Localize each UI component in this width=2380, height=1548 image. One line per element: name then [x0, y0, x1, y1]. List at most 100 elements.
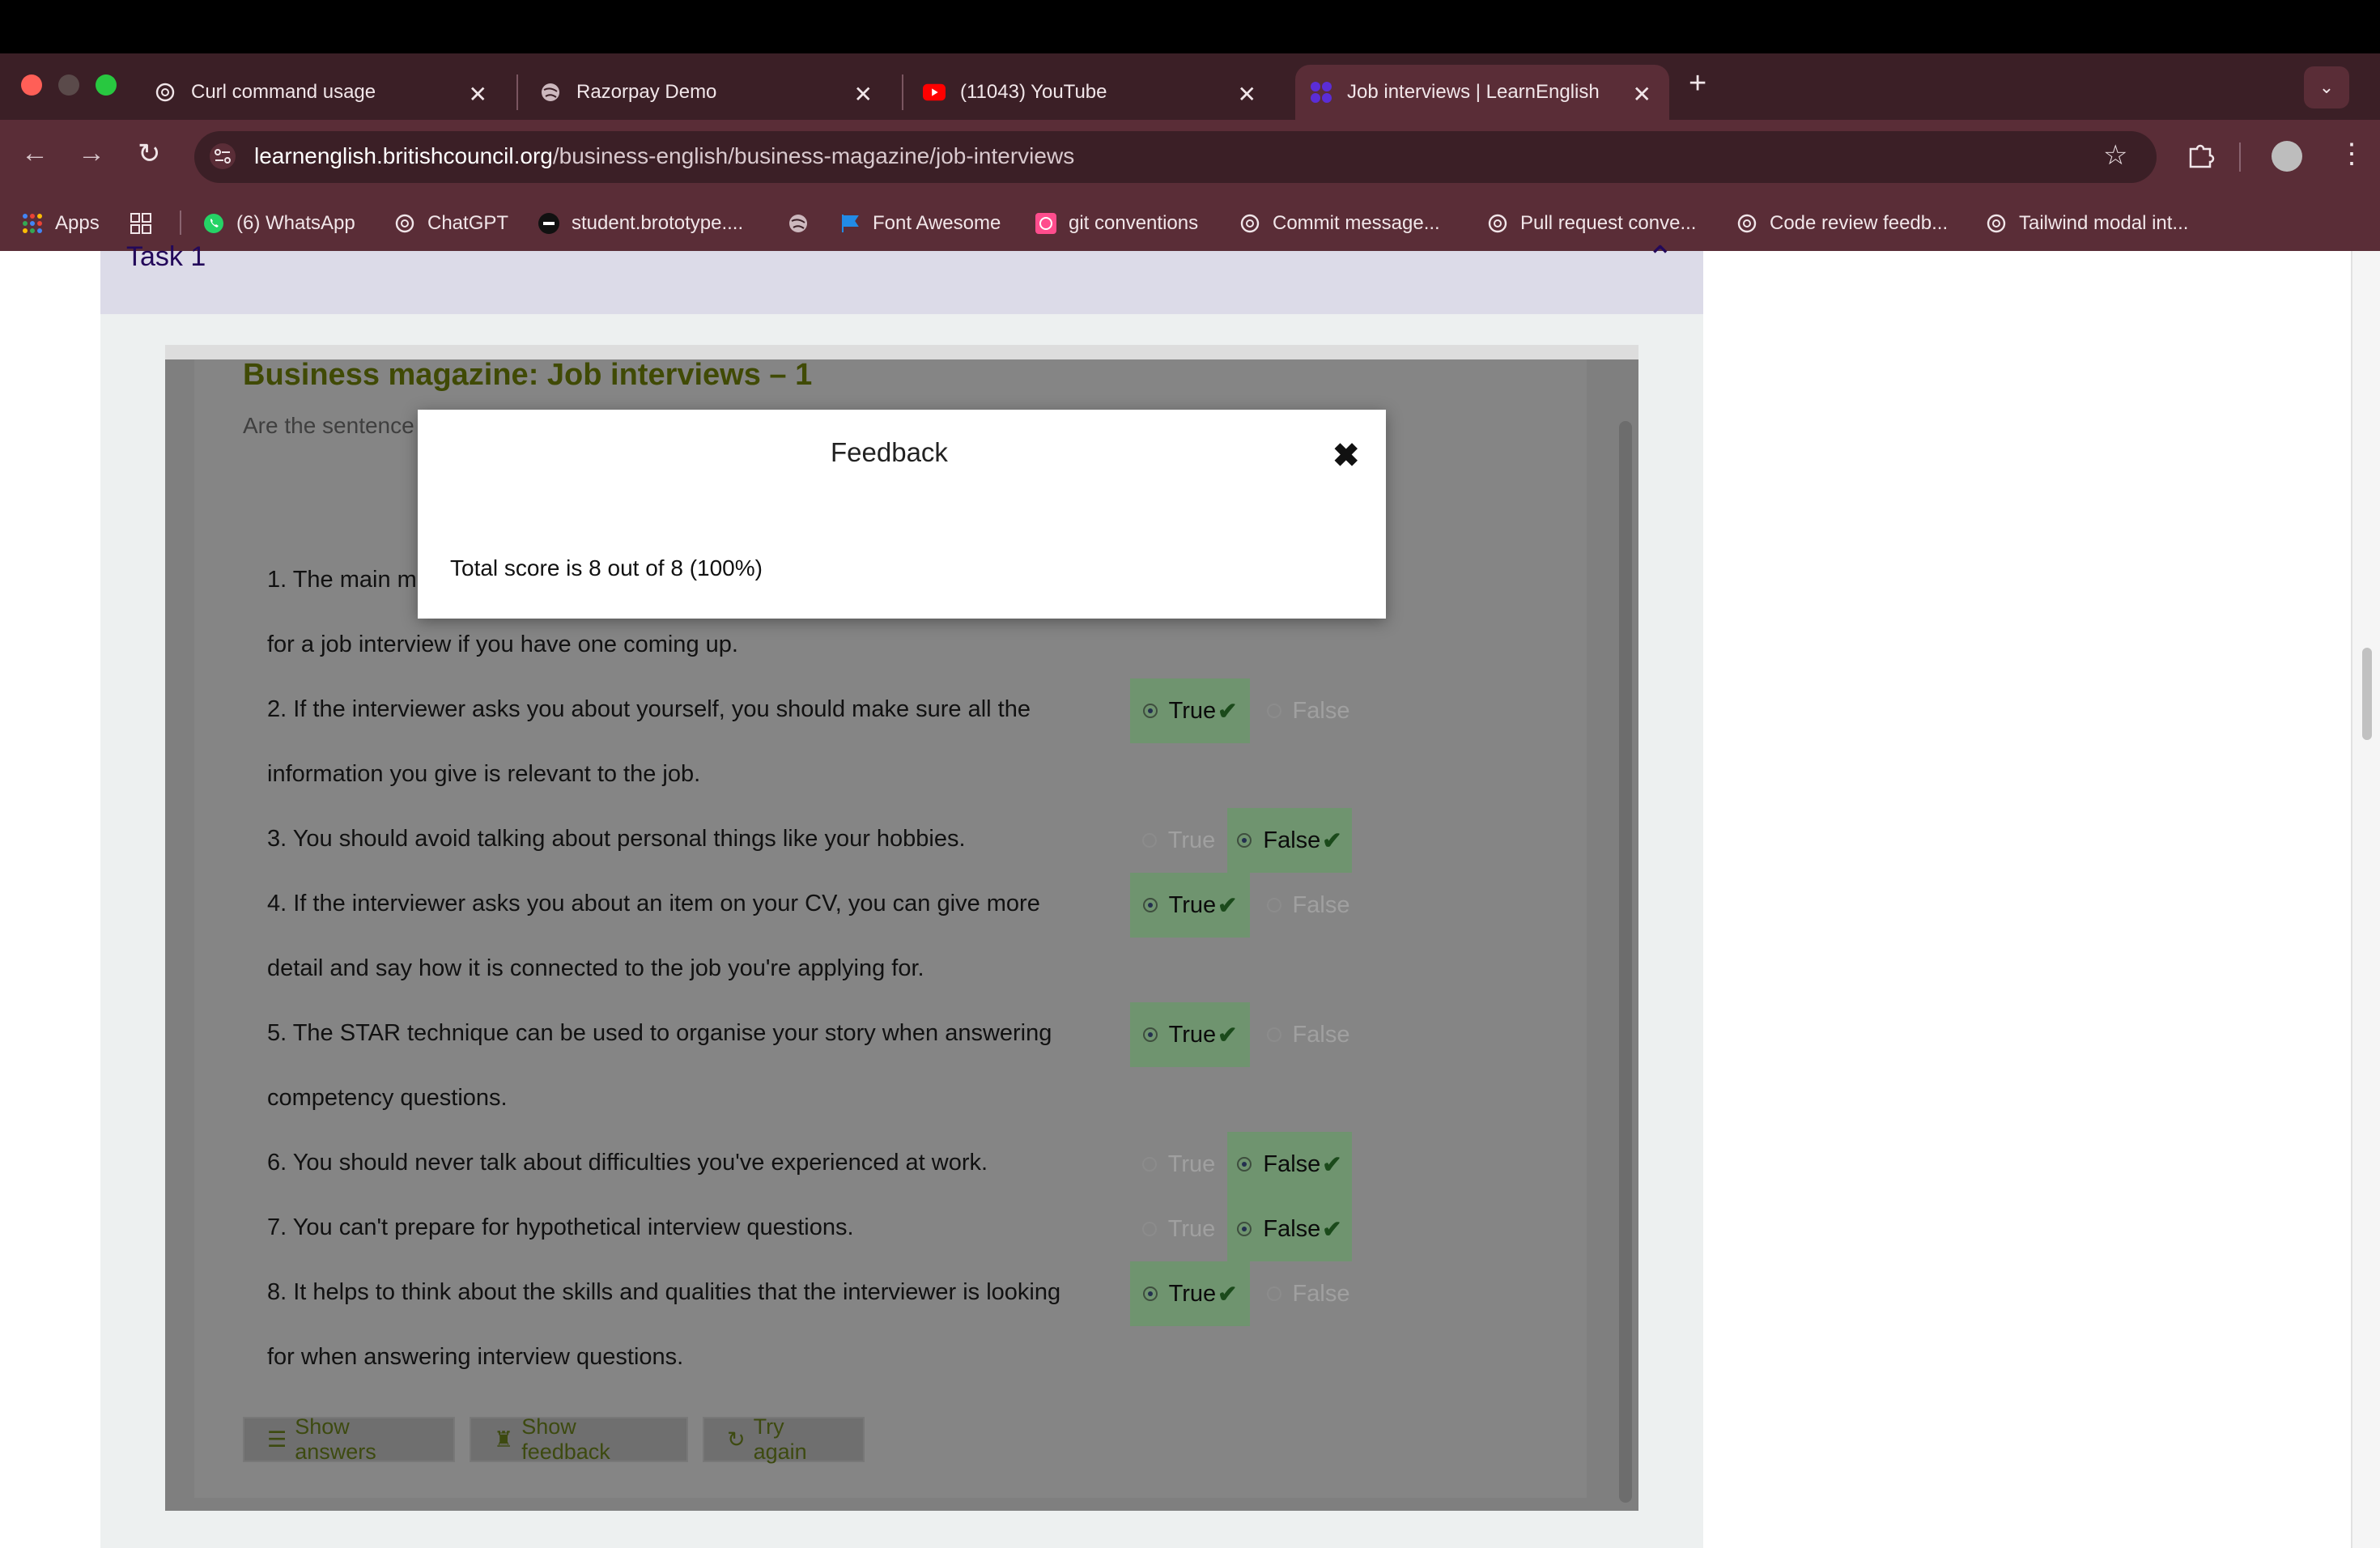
chatgpt-icon	[1985, 212, 2008, 235]
arrow-right-icon: →	[78, 138, 105, 168]
statement-2-line-1: 2. If the interviewer asks you about you…	[267, 696, 1031, 722]
bookmark-chatgpt[interactable]: ChatGPT	[393, 207, 508, 240]
check-icon: ✔	[1322, 827, 1342, 854]
menu-kebab-icon[interactable]: ⋮	[2338, 138, 2365, 170]
chatgpt-icon	[154, 81, 176, 104]
statement-2-true-option[interactable]: True ✔	[1130, 678, 1250, 743]
tab-curl-command-usage[interactable]: Curl command usage ✕	[154, 65, 510, 120]
bookmark-whatsapp[interactable]: (6) WhatsApp	[202, 207, 355, 240]
try-again-button[interactable]: ↻ Try again	[703, 1414, 865, 1464]
tab-search-button[interactable]: ⌄	[2304, 66, 2349, 108]
radio-selected	[1142, 898, 1158, 912]
bookmark-star-icon[interactable]: ☆	[2103, 139, 2127, 172]
bookmark-label: Pull request conve...	[1520, 212, 1697, 234]
tab-razorpay-demo[interactable]: Razorpay Demo ✕	[539, 65, 895, 120]
radio-unselected	[1141, 1157, 1157, 1172]
check-icon: ✔	[1218, 1281, 1238, 1308]
show-answers-button[interactable]: ☰ Show answers	[243, 1414, 455, 1464]
statement-1-line-1: 1. The main m	[267, 567, 417, 593]
statement-8-false-option[interactable]: False	[1260, 1261, 1357, 1326]
statement-2-false-option[interactable]: False	[1260, 678, 1357, 743]
bookmark-label: ChatGPT	[427, 212, 509, 234]
brototype-icon	[538, 212, 560, 235]
bookmark-font-awesome[interactable]: Font Awesome	[839, 207, 1001, 240]
option-label: True	[1167, 1215, 1216, 1242]
page-scrollbar-thumb[interactable]	[2362, 648, 2372, 740]
statement-7-true-option[interactable]: True	[1130, 1197, 1227, 1261]
bookmark-tailwind-modal[interactable]: Tailwind modal int...	[1985, 207, 2188, 240]
bookmark-label: Code review feedb...	[1770, 212, 1949, 234]
reload-icon: ↻	[138, 138, 161, 169]
chevron-up-icon[interactable]: ⌃	[1647, 240, 1674, 277]
option-label: True	[1168, 1280, 1217, 1307]
button-label: Show feedback	[521, 1414, 610, 1464]
tab-job-interviews[interactable]: Job interviews | LearnEnglish ✕	[1295, 65, 1669, 120]
url-text[interactable]: learnenglish.britishcouncil.org/business…	[254, 143, 1074, 169]
button-label: Try again	[753, 1414, 807, 1464]
bookmark-code-review[interactable]: Code review feedb...	[1736, 207, 1948, 240]
check-icon: ✔	[1218, 1022, 1238, 1048]
statement-3-false-option[interactable]: False ✔	[1227, 808, 1352, 873]
check-icon: ✔	[1322, 1151, 1342, 1178]
window-minimize-dot[interactable]	[58, 74, 79, 96]
option-label: False	[1292, 1021, 1350, 1048]
bookmark-apps[interactable]: Apps	[21, 207, 100, 240]
pink-square-icon	[1035, 212, 1057, 235]
statement-5-false-option[interactable]: False	[1260, 1002, 1357, 1067]
bookmark-label: git conventions	[1069, 212, 1199, 234]
statement-8-line-2: for when answering interview questions.	[267, 1344, 684, 1370]
reload-button[interactable]: ↻	[138, 138, 161, 170]
radio-selected	[1237, 1157, 1252, 1172]
new-tab-button[interactable]: +	[1689, 66, 1706, 101]
statement-3-true-option[interactable]: True	[1130, 808, 1227, 873]
chatgpt-icon	[1486, 212, 1509, 235]
profile-avatar[interactable]	[2272, 141, 2302, 172]
page-scrollbar[interactable]	[2351, 251, 2380, 1548]
statement-4-false-option[interactable]: False	[1260, 873, 1357, 938]
back-button[interactable]: ←	[21, 138, 49, 169]
radio-selected	[1237, 1222, 1252, 1236]
option-label: True	[1168, 891, 1217, 918]
british-council-icon	[1310, 81, 1332, 104]
statement-6-line-1: 6. You should never talk about difficult…	[267, 1150, 988, 1176]
show-feedback-button[interactable]: ♜ Show feedback	[470, 1414, 688, 1464]
check-icon: ✔	[1218, 698, 1238, 725]
bookmark-commit-message[interactable]: Commit message...	[1239, 207, 1440, 240]
list-icon: ☰	[267, 1427, 287, 1452]
close-icon[interactable]: ✕	[469, 81, 487, 108]
statement-6-false-option[interactable]: False ✔	[1227, 1132, 1352, 1197]
statement-5-true-option[interactable]: True ✔	[1130, 1002, 1250, 1067]
url-host: learnenglish.britishcouncil.org	[254, 143, 553, 168]
apps-grid-icon	[21, 212, 44, 235]
option-label: False	[1263, 1150, 1321, 1177]
refresh-icon: ↻	[727, 1427, 746, 1452]
window-close-dot[interactable]	[21, 74, 42, 96]
bookmark-pull-request[interactable]: Pull request conve...	[1486, 207, 1696, 240]
bookmark-globe[interactable]	[787, 207, 821, 240]
close-icon[interactable]: ✕	[1238, 81, 1256, 108]
bookmark-git-conventions[interactable]: git conventions	[1035, 207, 1198, 240]
forward-button[interactable]: →	[78, 138, 105, 169]
statement-6-true-option[interactable]: True	[1130, 1132, 1227, 1197]
statement-4-true-option[interactable]: True ✔	[1130, 873, 1250, 938]
window-zoom-dot[interactable]	[96, 74, 117, 96]
tab-title: Curl command usage	[191, 81, 376, 103]
close-icon[interactable]: ✕	[1633, 81, 1651, 108]
bookmark-brototype[interactable]: student.brototype....	[538, 207, 743, 240]
task-accordion-header[interactable]	[100, 251, 1703, 314]
check-icon: ✔	[1218, 892, 1238, 919]
exercise-scrollbar[interactable]	[1619, 421, 1632, 1503]
bookmark-label: student.brototype....	[572, 212, 744, 234]
arrow-left-icon: ←	[21, 138, 49, 168]
tab-separator	[902, 74, 903, 110]
chevron-down-icon: ⌄	[2318, 77, 2335, 97]
tab-youtube[interactable]: (11043) YouTube ✕	[923, 65, 1279, 120]
close-icon[interactable]: ✕	[854, 81, 873, 108]
extensions-icon[interactable]	[2186, 139, 2215, 172]
statement-8-true-option[interactable]: True ✔	[1130, 1261, 1250, 1326]
bookmark-tab-groups[interactable]	[130, 207, 164, 240]
statement-1-line-2: for a job interview if you have one comi…	[267, 632, 738, 657]
statement-7-false-option[interactable]: False ✔	[1227, 1197, 1352, 1261]
close-icon[interactable]: ✖	[1332, 437, 1360, 474]
site-settings-icon[interactable]	[209, 142, 236, 174]
